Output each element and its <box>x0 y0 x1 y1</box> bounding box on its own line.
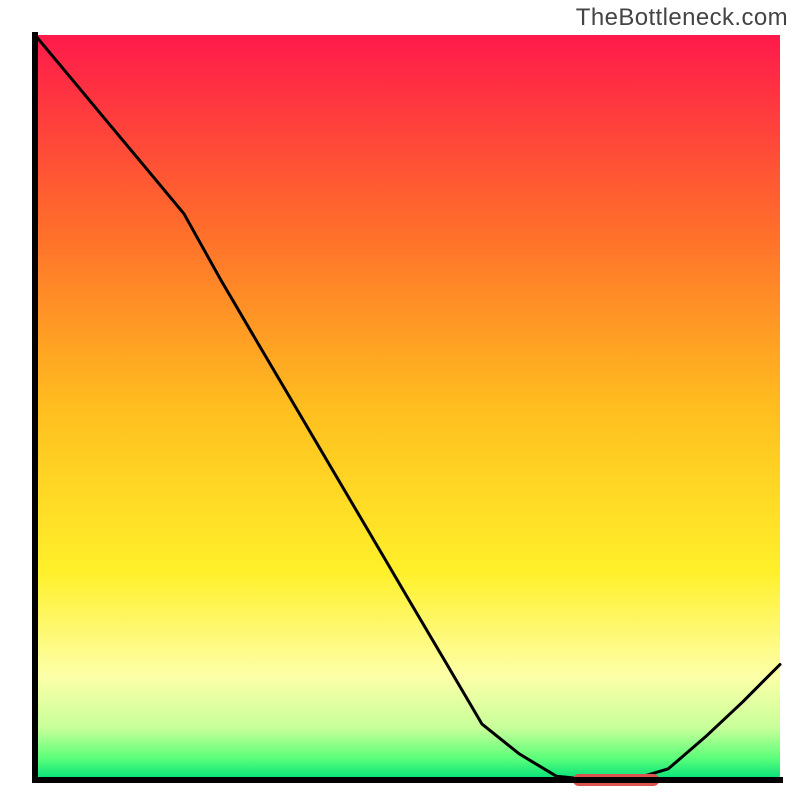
plot-background <box>35 35 780 780</box>
watermark-text: TheBottleneck.com <box>576 4 788 32</box>
bottleneck-chart <box>0 0 800 800</box>
